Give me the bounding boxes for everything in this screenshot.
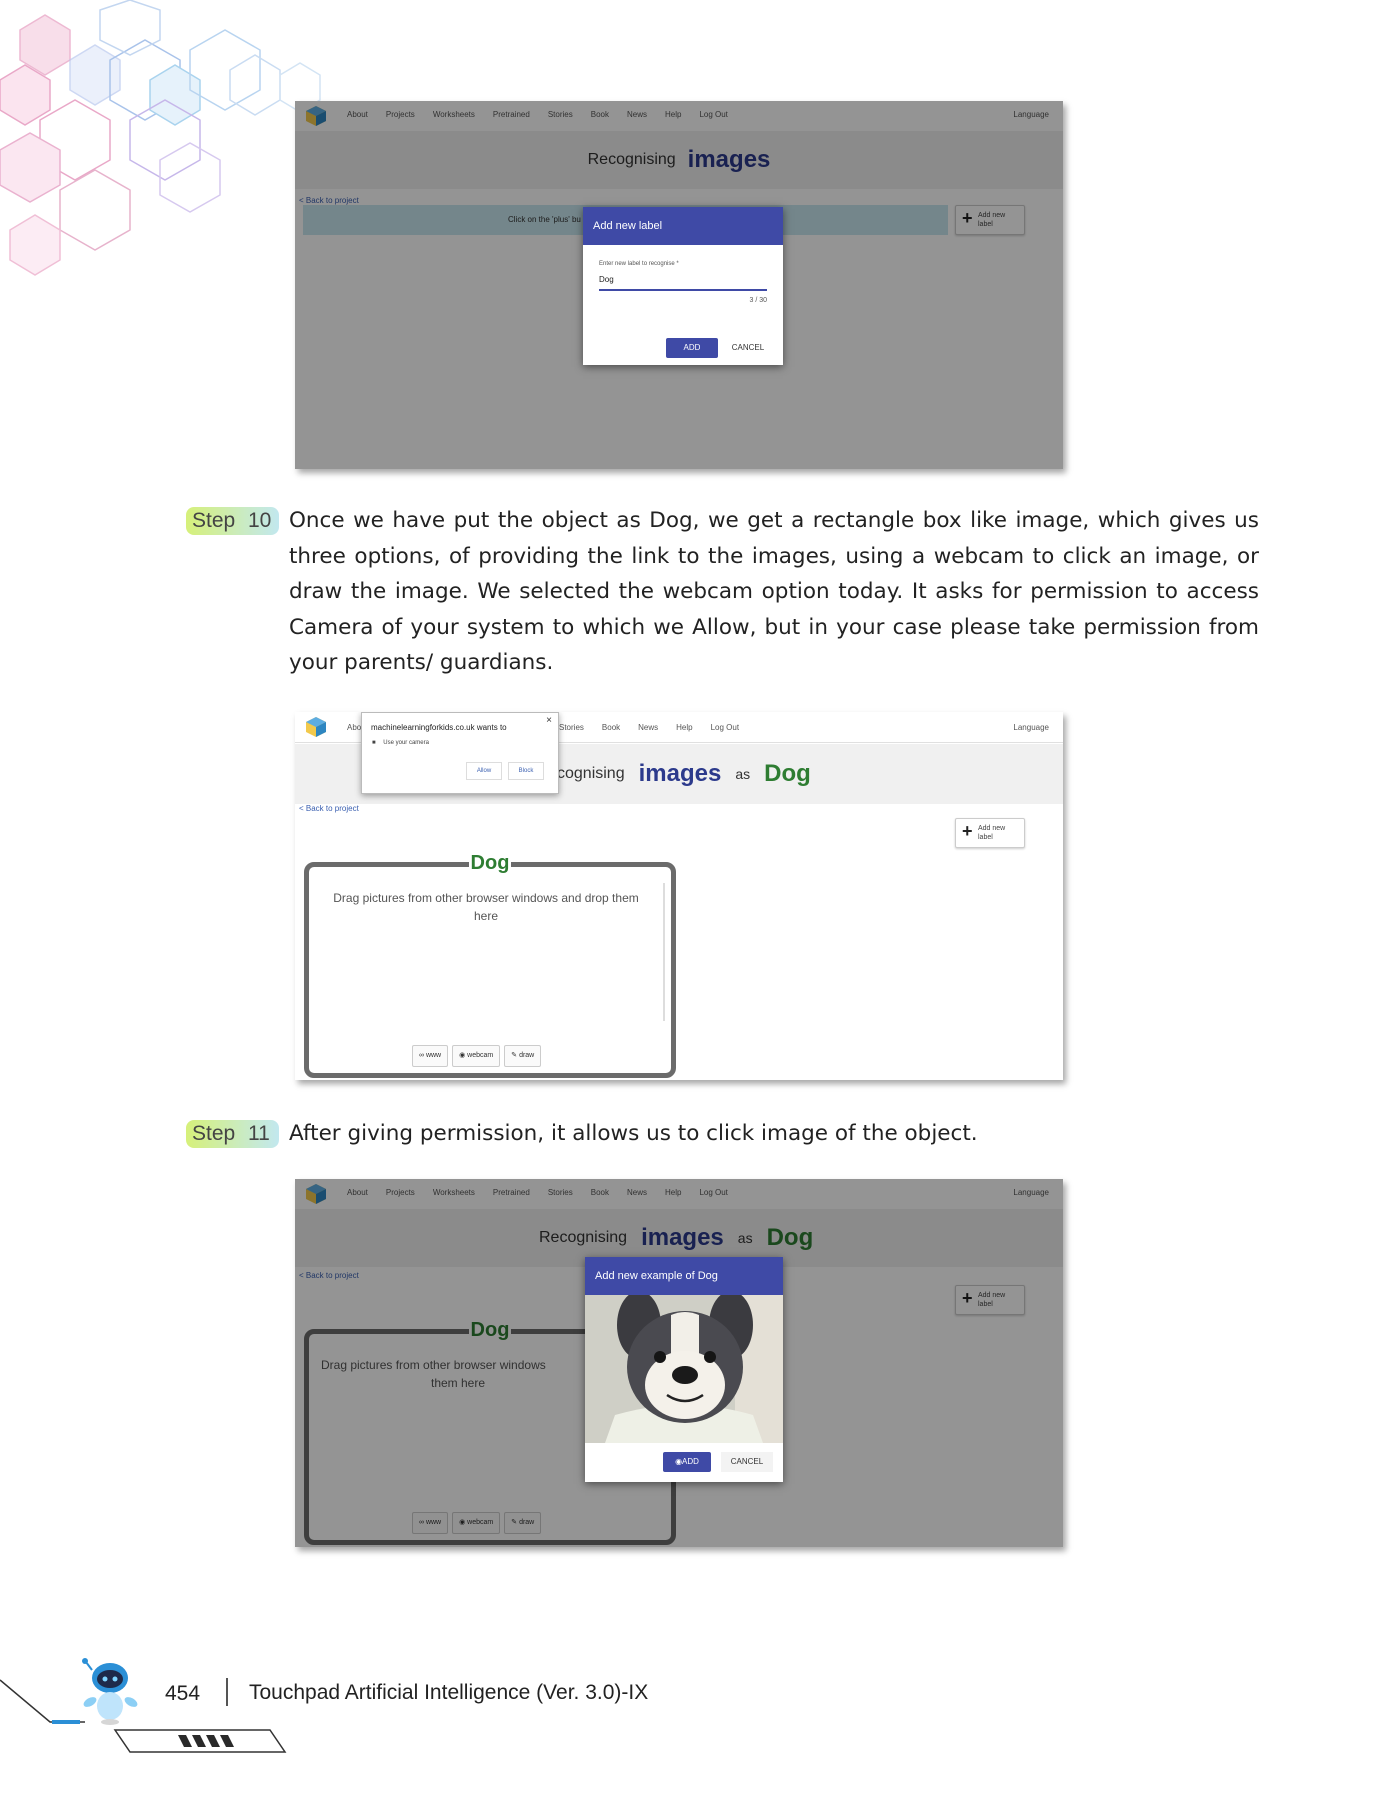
webcam-preview xyxy=(585,1295,783,1443)
www-button[interactable]: ∞ www xyxy=(412,1045,449,1067)
scrollbar[interactable] xyxy=(663,883,665,1021)
camera-permission-row: ■ Use your camera xyxy=(372,740,429,746)
step-10-badge: Step 10 xyxy=(186,507,279,535)
plush-dog-image xyxy=(585,1295,783,1443)
page-number: 454 xyxy=(165,1682,201,1705)
permission-site-text: machinelearningforkids.co.uk wants to xyxy=(371,723,507,732)
screenshot-webcam-capture: About Projects Worksheets Pretrained Sto… xyxy=(295,1179,1063,1547)
draw-button[interactable]: ✎ draw xyxy=(504,1045,542,1067)
nav-language[interactable]: Language xyxy=(1013,723,1049,732)
footer-divider xyxy=(226,1678,228,1706)
ml4k-logo-icon xyxy=(306,717,326,737)
allow-button[interactable]: Allow xyxy=(466,762,502,780)
nav-news[interactable]: News xyxy=(638,723,658,732)
add-new-label-button[interactable]: + Add new label xyxy=(955,818,1025,848)
webcam-button[interactable]: ◉ webcam xyxy=(452,1045,501,1067)
screenshot-add-new-label: About Projects Worksheets Pretrained Sto… xyxy=(295,101,1063,469)
screenshot-camera-permission: Abo Stories Book News Help Log Out Langu… xyxy=(295,712,1063,1080)
footer-decoration xyxy=(0,1679,287,1753)
pencil-icon: ✎ xyxy=(511,1052,520,1059)
dog-label-bucket: Drag pictures from other browser windows… xyxy=(304,862,676,1078)
nav-help[interactable]: Help xyxy=(676,723,692,732)
close-icon[interactable]: × xyxy=(546,715,552,726)
label-input[interactable]: Dog xyxy=(599,275,614,284)
nav-links: Stories Book News Help Log Out xyxy=(559,723,739,732)
robot-mascot-icon xyxy=(82,1658,138,1725)
cancel-button[interactable]: CANCEL xyxy=(721,1452,773,1472)
book-title: Touchpad Artificial Intelligence (Ver. 3… xyxy=(249,1681,649,1704)
add-new-label-text: Add new label xyxy=(978,825,1006,841)
camera-icon: ◉ xyxy=(675,1457,683,1466)
step-number: 11 xyxy=(248,1122,270,1145)
step-11-text: After giving permission, it allows us to… xyxy=(289,1121,978,1146)
title-images: images xyxy=(638,760,722,787)
drop-zone-text[interactable]: Drag pictures from other browser windows… xyxy=(321,889,651,925)
nav-logout[interactable]: Log Out xyxy=(711,723,739,732)
title-dog: Dog xyxy=(764,760,811,787)
title-recognising: cognising xyxy=(557,765,625,782)
nav-stories[interactable]: Stories xyxy=(559,723,584,732)
use-camera-text: Use your camera xyxy=(383,740,429,746)
step-number: 10 xyxy=(248,509,272,532)
step-word: Step xyxy=(192,509,236,532)
page-title: cognising images as Dog xyxy=(557,744,811,804)
step-word: Step xyxy=(192,1122,236,1145)
nav-about[interactable]: Abo xyxy=(347,723,361,732)
dialog-title: Add new label xyxy=(583,207,783,245)
nav-book[interactable]: Book xyxy=(602,723,620,732)
char-counter: 3 / 30 xyxy=(749,297,767,304)
add-button[interactable]: ADD xyxy=(666,338,718,358)
dialog-title: Add new example of Dog xyxy=(585,1257,783,1295)
plus-icon: + xyxy=(962,821,973,841)
bucket-title: Dog xyxy=(468,852,512,874)
camera-icon: ■ xyxy=(372,740,376,746)
cancel-button[interactable]: CANCEL xyxy=(723,338,773,358)
block-button[interactable]: Block xyxy=(508,762,544,780)
add-example-dialog: Add new example of Dog ◉ADD CANCEL xyxy=(585,1257,783,1482)
camera-permission-popup: machinelearningforkids.co.uk wants to × … xyxy=(361,712,559,794)
link-icon: ∞ xyxy=(419,1052,426,1059)
label-field-caption: Enter new label to recognise * xyxy=(599,261,679,267)
back-to-project-link[interactable]: < Back to project xyxy=(299,804,359,813)
step-11-badge: Step 11 xyxy=(186,1120,279,1148)
add-label-dialog: Add new label Enter new label to recogni… xyxy=(583,207,783,365)
input-underline xyxy=(599,289,767,291)
bucket-tools: ∞ www ◉ webcam ✎ draw xyxy=(412,1045,558,1067)
camera-icon: ◉ xyxy=(459,1052,468,1059)
title-as: as xyxy=(735,766,751,782)
add-button[interactable]: ◉ADD xyxy=(663,1452,711,1472)
step-10-text: Once we have put the object as Dog, we g… xyxy=(289,508,1259,675)
